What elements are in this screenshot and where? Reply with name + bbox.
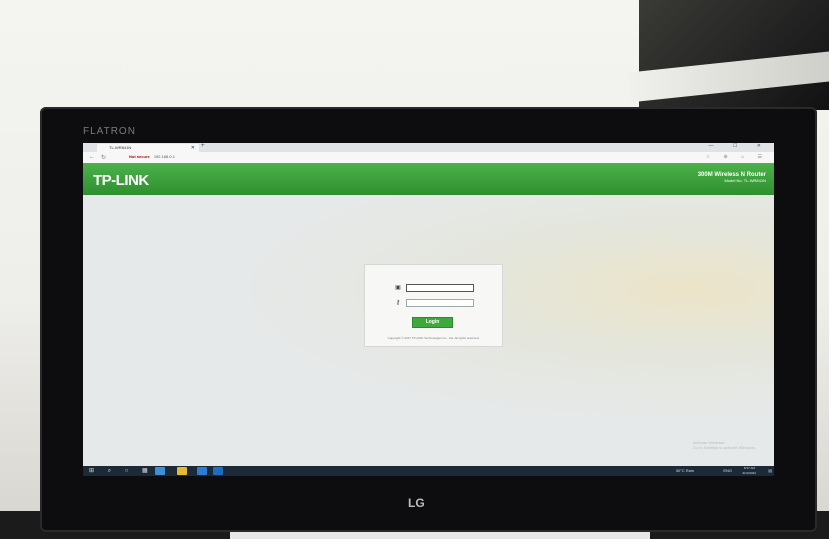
user-icon: ▣ <box>395 285 401 291</box>
key-icon: ⚷ <box>395 300 401 306</box>
browser-tab-bar: TL-WR841N ✕ + — ☐ ✕ <box>83 143 774 152</box>
tab-title: TL-WR841N <box>109 145 132 150</box>
monitor-brand: FLATRON <box>83 126 136 137</box>
activate-windows-watermark: Activate Windows Go to Settings to activ… <box>693 440 756 450</box>
new-tab-button[interactable]: + <box>201 143 205 149</box>
router-model: 300M Wireless N Router Model No. TL-WR84… <box>698 172 766 183</box>
notification-icon[interactable]: ▤ <box>768 468 772 473</box>
not-secure-warning: Not secure <box>129 154 150 159</box>
file-explorer-taskbar-icon[interactable] <box>177 467 187 475</box>
url-field[interactable]: Not secure 192.168.0.1 <box>129 154 175 159</box>
store-taskbar-icon[interactable] <box>197 467 207 475</box>
password-input[interactable] <box>406 299 474 307</box>
username-input[interactable] <box>406 284 474 292</box>
monitor-screen: TL-WR841N ✕ + — ☐ ✕ ← ↻ Not secure 192.1… <box>83 143 774 476</box>
window-controls[interactable]: — ☐ ✕ <box>709 143 770 149</box>
tab-close-icon[interactable]: ✕ <box>191 144 195 152</box>
back-icon[interactable]: ← <box>89 154 95 160</box>
tplink-logo: TP-LINK <box>93 172 149 189</box>
language-indicator[interactable]: ENG <box>723 468 732 473</box>
windows-taskbar: ⊞ ⌕ ○ ▦ 30°C Rain ENG 8:37 AM 9/13/2022 … <box>83 466 774 476</box>
page-body: ▣ ⚷ Login Copyright © 2017 TP-LINK Techn… <box>83 195 774 466</box>
clock-date: 9/13/2022 <box>742 471 756 475</box>
activate-subtitle: Go to Settings to activate Windows. <box>692 445 756 450</box>
edge-taskbar-icon[interactable] <box>155 467 165 475</box>
username-row: ▣ <box>394 284 474 292</box>
weather-widget[interactable]: 30°C Rain <box>676 468 694 473</box>
browser-toolbar-icons[interactable]: ☆ ⊕ ⌂ ☰ <box>706 154 768 160</box>
taskbar-clock[interactable]: 8:37 AM 9/13/2022 <box>743 466 756 476</box>
browser-tab[interactable]: TL-WR841N ✕ <box>97 144 199 152</box>
model-number: Model No. TL-WR841N <box>724 178 767 183</box>
address-bar: ← ↻ Not secure 192.168.0.1 ☆ ⊕ ⌂ ☰ <box>83 152 774 163</box>
router-header: TP-LINK 300M Wireless N Router Model No.… <box>83 163 774 195</box>
password-row: ⚷ <box>394 299 474 307</box>
login-panel: ▣ ⚷ Login Copyright © 2017 TP-LINK Techn… <box>364 264 503 347</box>
taskbar-left-icons[interactable]: ⊞ ⌕ ○ ▦ <box>89 467 154 475</box>
refresh-icon[interactable]: ↻ <box>101 154 106 161</box>
copyright-text: Copyright © 2017 TP-LINK Technologies Co… <box>387 336 480 340</box>
monitor-logo: LG <box>408 496 425 510</box>
mail-taskbar-icon[interactable] <box>213 467 223 475</box>
url-text: 192.168.0.1 <box>153 154 175 159</box>
login-button[interactable]: Login <box>412 317 453 328</box>
